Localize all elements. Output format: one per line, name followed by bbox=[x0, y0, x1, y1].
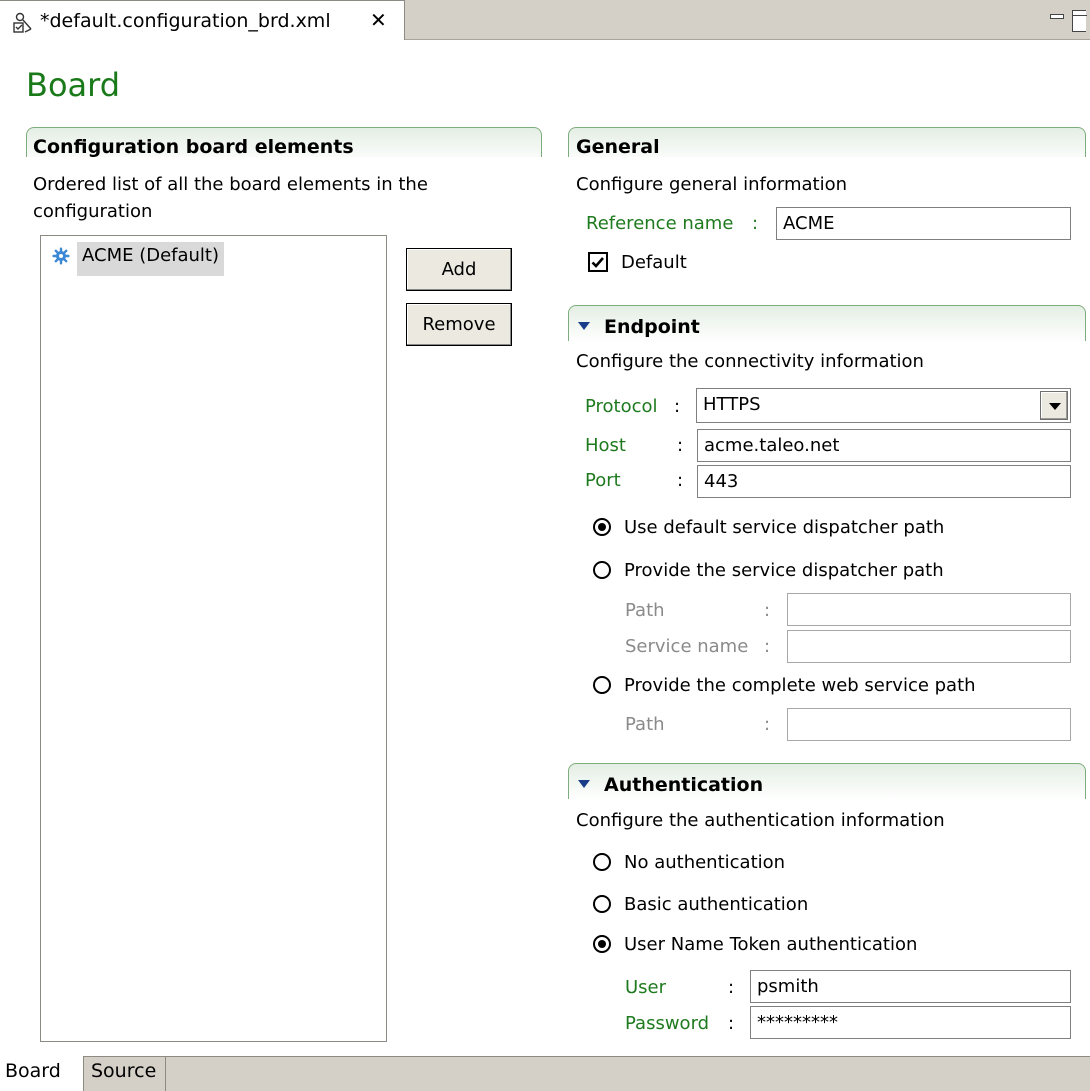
colon: : bbox=[674, 396, 681, 417]
add-button[interactable]: Add bbox=[406, 248, 512, 291]
general-title: General bbox=[576, 136, 660, 158]
colon: : bbox=[677, 470, 684, 491]
tab-board[interactable]: Board bbox=[0, 1056, 84, 1091]
user-field[interactable]: psmith bbox=[750, 970, 1071, 1003]
colon: : bbox=[752, 213, 759, 234]
expand-twisty-icon[interactable] bbox=[578, 318, 590, 330]
maximize-icon[interactable] bbox=[1072, 10, 1087, 32]
password-label: Password bbox=[625, 1013, 710, 1034]
provide-complete-path-label: Provide the complete web service path bbox=[624, 675, 976, 696]
editor-tab[interactable]: *default.configuration_brd.xml ✕ bbox=[0, 0, 405, 40]
tab-source[interactable]: Source bbox=[86, 1056, 166, 1091]
colon: : bbox=[677, 435, 684, 456]
use-default-path-radio[interactable] bbox=[593, 518, 611, 536]
expand-twisty-icon[interactable] bbox=[578, 776, 590, 788]
protocol-select-value: HTTPS bbox=[703, 394, 761, 415]
password-field[interactable]: ********* bbox=[750, 1006, 1071, 1039]
colon: : bbox=[728, 1013, 735, 1034]
default-checkbox[interactable] bbox=[588, 252, 608, 272]
protocol-label: Protocol bbox=[585, 396, 658, 417]
gear-icon bbox=[52, 247, 70, 265]
board-elements-list[interactable] bbox=[40, 235, 387, 1042]
colon: : bbox=[764, 714, 771, 735]
dispatcher-path-field[interactable] bbox=[787, 593, 1071, 626]
remove-button[interactable]: Remove bbox=[406, 303, 512, 346]
reference-name-label: Reference name bbox=[586, 213, 734, 234]
host-label: Host bbox=[585, 435, 626, 456]
complete-path-label: Path bbox=[625, 714, 665, 735]
chevron-down-icon[interactable] bbox=[1040, 391, 1068, 420]
endpoint-description: Configure the connectivity information bbox=[576, 351, 924, 372]
provide-dispatcher-path-label: Provide the service dispatcher path bbox=[624, 560, 944, 581]
no-authentication-radio[interactable] bbox=[593, 853, 611, 871]
authentication-description: Configure the authentication information bbox=[576, 810, 945, 831]
endpoint-title: Endpoint bbox=[604, 316, 700, 338]
list-item[interactable]: ACME (Default) bbox=[77, 242, 225, 276]
use-default-path-label: Use default service dispatcher path bbox=[624, 517, 945, 538]
port-field[interactable]: 443 bbox=[697, 465, 1071, 498]
board-elements-title: Configuration board elements bbox=[33, 136, 354, 158]
complete-path-field[interactable] bbox=[787, 708, 1071, 741]
reference-name-field[interactable]: ACME bbox=[776, 207, 1071, 240]
user-name-token-label: User Name Token authentication bbox=[624, 934, 918, 955]
colon: : bbox=[764, 636, 771, 657]
dispatcher-path-label: Path bbox=[625, 600, 665, 621]
host-field[interactable]: acme.taleo.net bbox=[697, 429, 1071, 462]
provide-complete-path-radio[interactable] bbox=[593, 676, 611, 694]
close-icon[interactable]: ✕ bbox=[370, 9, 387, 31]
colon: : bbox=[728, 977, 735, 998]
user-name-token-radio[interactable] bbox=[593, 935, 611, 953]
provide-dispatcher-path-radio[interactable] bbox=[593, 561, 611, 579]
authentication-title: Authentication bbox=[604, 774, 764, 796]
no-authentication-label: No authentication bbox=[624, 852, 786, 873]
checkmark-icon bbox=[591, 257, 604, 268]
page-title: Board bbox=[26, 66, 121, 104]
configuration-file-icon bbox=[13, 12, 32, 33]
minimize-icon[interactable] bbox=[1050, 14, 1064, 19]
colon: : bbox=[764, 600, 771, 621]
general-description: Configure general information bbox=[576, 174, 847, 195]
board-elements-description: Ordered list of all the board elements i… bbox=[33, 174, 428, 222]
editor-tab-title: *default.configuration_brd.xml bbox=[40, 10, 331, 32]
service-name-label: Service name bbox=[625, 636, 749, 657]
service-name-field[interactable] bbox=[787, 630, 1071, 663]
basic-authentication-label: Basic authentication bbox=[624, 894, 809, 915]
user-label: User bbox=[625, 977, 667, 998]
default-label: Default bbox=[621, 252, 687, 273]
protocol-select[interactable]: HTTPS bbox=[696, 388, 1071, 423]
port-label: Port bbox=[585, 470, 621, 491]
basic-authentication-radio[interactable] bbox=[593, 895, 611, 913]
